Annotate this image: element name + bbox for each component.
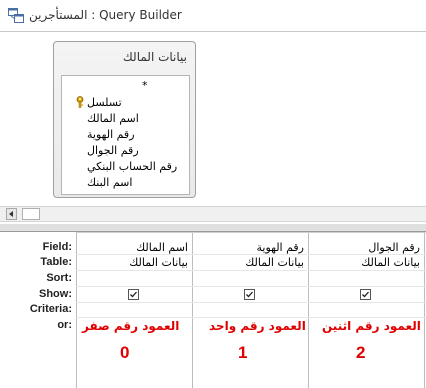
column-annotation: العمود رقم صفر bbox=[82, 319, 180, 333]
column-number: 0 bbox=[120, 343, 130, 362]
grid-divider bbox=[424, 232, 425, 388]
column-number: 2 bbox=[356, 343, 366, 362]
grid-divider bbox=[76, 232, 77, 388]
grid-columns: اسم المالك بيانات المالك العمود رقم صفر … bbox=[76, 232, 426, 388]
query-grid: Field: Table: Sort: Show: Criteria: or: … bbox=[0, 232, 426, 388]
window-title: المستأجرين : Query Builder bbox=[29, 8, 182, 22]
grid-divider bbox=[308, 232, 309, 388]
query-icon bbox=[8, 8, 24, 23]
design-horizontal-scrollbar[interactable] bbox=[0, 206, 426, 222]
title-suffix: Query Builder bbox=[99, 8, 182, 22]
show-checkbox[interactable] bbox=[128, 289, 139, 300]
grid-field-cell[interactable]: رقم الجوال bbox=[312, 240, 420, 255]
scroll-thumb[interactable] bbox=[22, 208, 40, 220]
grid-table-cell[interactable]: بيانات المالك bbox=[80, 255, 188, 270]
row-label-field: Field: bbox=[42, 241, 72, 253]
row-label-criteria: Criteria: bbox=[29, 303, 72, 315]
grid-divider bbox=[76, 317, 426, 318]
field-list[interactable]: * تسلسل اسم المالك رقم الهوية رقم الجوال… bbox=[61, 75, 190, 195]
column-annotation: العمود رقم اثنين bbox=[322, 319, 421, 333]
field-item-serial[interactable]: تسلسل bbox=[87, 95, 122, 110]
grid-divider bbox=[76, 270, 426, 271]
column-annotation: العمود رقم واحد bbox=[209, 319, 306, 333]
grid-divider bbox=[76, 286, 426, 287]
table-field-list-box[interactable]: بيانات المالك * تسلسل اسم المالك رقم اله… bbox=[53, 41, 196, 198]
grid-table-cell[interactable]: بيانات المالك bbox=[196, 255, 304, 270]
row-label-or: or: bbox=[57, 319, 72, 331]
field-item-owner-name[interactable]: اسم المالك bbox=[87, 111, 139, 126]
pane-splitter[interactable] bbox=[0, 224, 426, 232]
title-sep: : bbox=[87, 8, 100, 22]
grid-divider bbox=[76, 232, 426, 233]
column-number: 1 bbox=[238, 343, 248, 362]
checkmark-icon bbox=[246, 291, 253, 298]
grid-divider bbox=[76, 302, 426, 303]
grid-row-labels: Field: Table: Sort: Show: Criteria: or: bbox=[0, 232, 76, 388]
scroll-left-arrow-icon[interactable] bbox=[6, 208, 17, 220]
show-checkbox[interactable] bbox=[360, 289, 371, 300]
field-item-bank-account[interactable]: رقم الحساب البنكي bbox=[87, 159, 177, 174]
row-label-table: Table: bbox=[40, 256, 72, 268]
grid-table-cell[interactable]: بيانات المالك bbox=[312, 255, 420, 270]
row-label-sort: Sort: bbox=[46, 272, 72, 284]
grid-field-cell[interactable]: رقم الهوية bbox=[196, 240, 304, 255]
field-item-bank-name[interactable]: اسم البنك bbox=[87, 175, 132, 190]
row-label-show: Show: bbox=[39, 288, 72, 300]
checkmark-icon bbox=[130, 291, 137, 298]
show-checkbox[interactable] bbox=[244, 289, 255, 300]
grid-divider bbox=[192, 232, 193, 388]
title-prefix: المستأجرين bbox=[29, 8, 88, 22]
query-design-area[interactable]: بيانات المالك * تسلسل اسم المالك رقم اله… bbox=[0, 32, 426, 204]
field-item-all[interactable]: * bbox=[142, 78, 148, 93]
field-item-mobile[interactable]: رقم الجوال bbox=[87, 143, 139, 158]
table-title[interactable]: بيانات المالك bbox=[123, 50, 187, 64]
title-bar: المستأجرين : Query Builder bbox=[0, 0, 426, 32]
field-item-id-number[interactable]: رقم الهوية bbox=[87, 127, 135, 142]
primary-key-icon bbox=[76, 96, 84, 108]
checkmark-icon bbox=[362, 291, 369, 298]
grid-field-cell[interactable]: اسم المالك bbox=[80, 240, 188, 255]
